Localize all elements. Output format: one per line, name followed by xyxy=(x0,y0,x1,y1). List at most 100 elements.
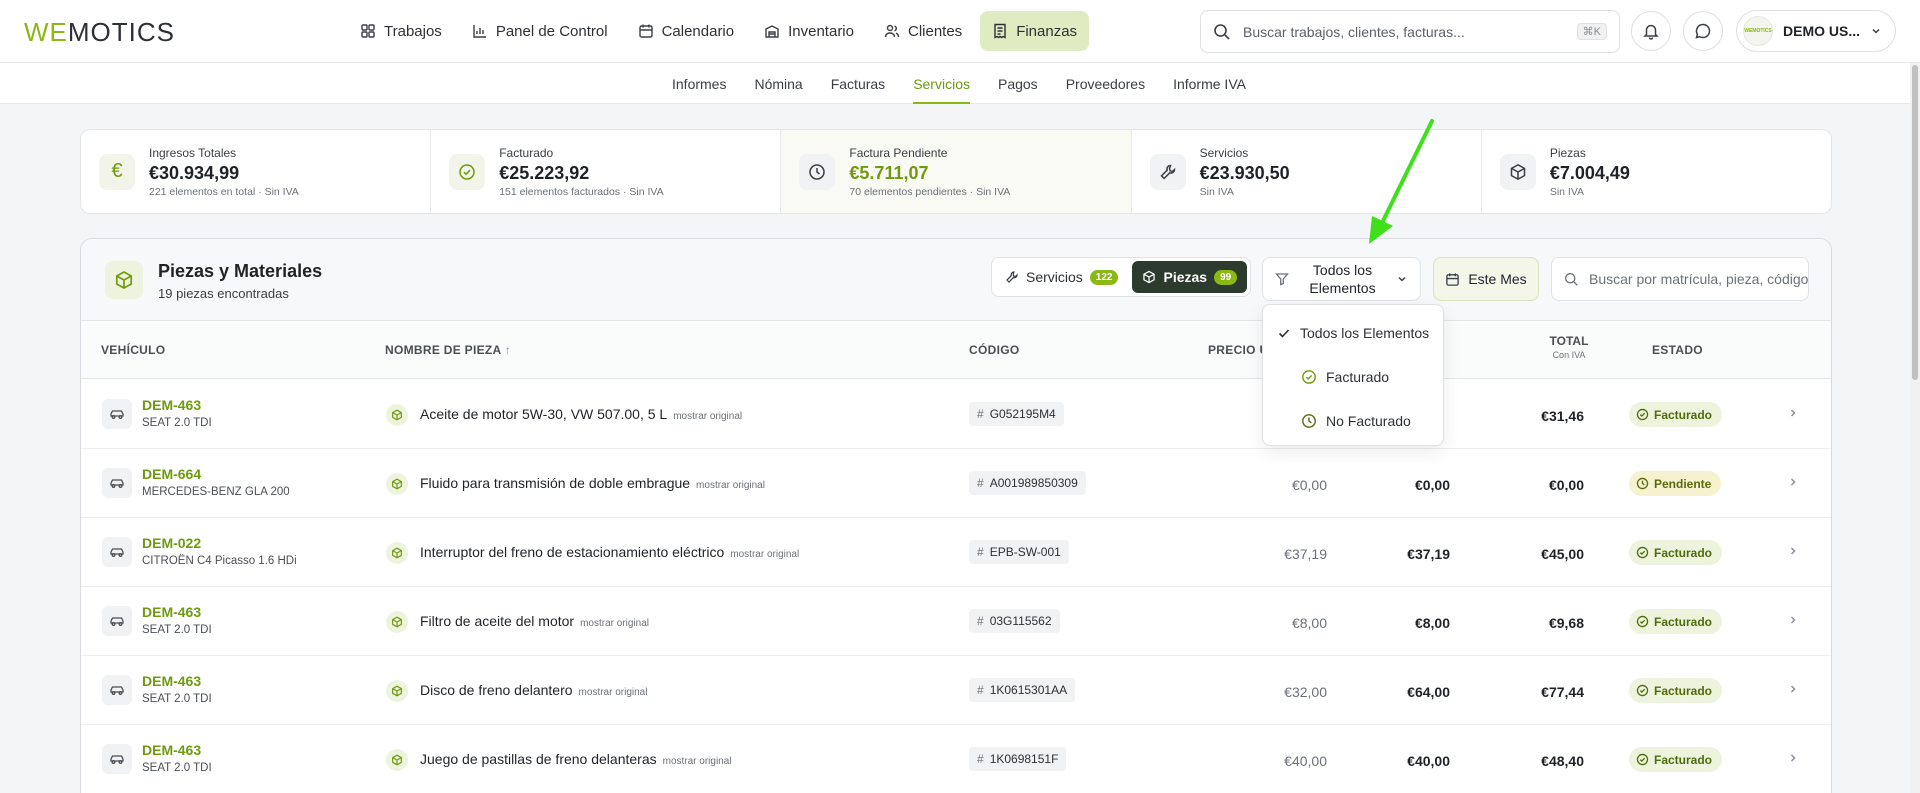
stat-facturado: Facturado €25.223,92 151 elementos factu… xyxy=(431,130,782,213)
logo[interactable]: WEMOTICS xyxy=(24,17,175,48)
tab-servicios[interactable]: Servicios 122 xyxy=(995,261,1128,293)
box-icon xyxy=(1499,153,1536,190)
plate-link[interactable]: DEM-022 xyxy=(142,535,201,551)
part-name: Filtro de aceite del motor xyxy=(420,613,575,629)
subtotal-value: €0,00 xyxy=(1414,477,1450,493)
top-bar: WEMOTICS Trabajos Panel de Control Calen… xyxy=(0,0,1920,63)
table-search-input[interactable]: Buscar por matrícula, pieza, código xyxy=(1551,257,1809,301)
show-original-link[interactable]: mostrar original xyxy=(730,549,799,560)
box-icon xyxy=(386,611,408,633)
chevron-right-icon[interactable] xyxy=(1787,407,1799,419)
chat-bubble-icon xyxy=(1694,22,1712,40)
status-badge: Facturado xyxy=(1629,402,1723,427)
car-icon xyxy=(102,675,132,705)
table-row[interactable]: DEM-022 CITROËN C4 Picasso 1.6 HDi Inter… xyxy=(81,518,1831,587)
filter-option-no-facturado[interactable]: No Facturado xyxy=(1263,401,1443,441)
col-estado[interactable]: ESTADO xyxy=(1652,343,1703,357)
check-circle-icon xyxy=(1301,369,1317,385)
table-row[interactable]: DEM-463 SEAT 2.0 TDI Juego de pastillas … xyxy=(81,725,1831,793)
part-name: Aceite de motor 5W-30, VW 507.00, 5 L xyxy=(420,406,668,422)
nav-trabajos[interactable]: Trabajos xyxy=(348,11,454,51)
nav-inventario[interactable]: Inventario xyxy=(752,11,866,51)
plate-link[interactable]: DEM-463 xyxy=(142,397,201,413)
total-value: €48,40 xyxy=(1541,753,1584,769)
show-original-link[interactable]: mostrar original xyxy=(663,756,732,767)
col-codigo[interactable]: CÓDIGO xyxy=(969,343,1019,357)
plate-link[interactable]: DEM-463 xyxy=(142,673,201,689)
table-row[interactable]: DEM-463 SEAT 2.0 TDI Filtro de aceite de… xyxy=(81,587,1831,656)
subtotal-value: €64,00 xyxy=(1407,684,1450,700)
check-circle-icon xyxy=(1636,615,1649,628)
nav-finanzas[interactable]: Finanzas xyxy=(980,11,1090,51)
tab-piezas[interactable]: Piezas 99 xyxy=(1132,261,1248,293)
parts-card: Piezas y Materiales 19 piezas encontrada… xyxy=(80,238,1832,793)
subnav-pagos[interactable]: Pagos xyxy=(984,63,1052,104)
check-icon xyxy=(1277,326,1291,340)
filter-option-todos[interactable]: Todos los Elementos xyxy=(1263,313,1443,353)
filter-option-facturado[interactable]: Facturado xyxy=(1263,357,1443,397)
table-row[interactable]: DEM-664 MERCEDES-BENZ GLA 200 Fluido par… xyxy=(81,449,1831,518)
subnav-servicios[interactable]: Servicios xyxy=(899,63,984,104)
part-code: # A001989850309 xyxy=(969,471,1086,495)
status-badge: Facturado xyxy=(1629,609,1723,634)
unit-price: €0,00 xyxy=(1291,477,1327,493)
show-original-link[interactable]: mostrar original xyxy=(696,480,765,491)
check-circle-icon xyxy=(1636,546,1649,559)
scrollbar[interactable] xyxy=(1910,63,1920,793)
col-precio[interactable]: PRECIO U xyxy=(1208,343,1268,357)
bar-chart-icon xyxy=(472,23,488,39)
col-total[interactable]: TOTAL Con IVA xyxy=(1534,334,1604,360)
car-icon xyxy=(102,399,132,429)
subnav-proveedores[interactable]: Proveedores xyxy=(1052,63,1159,104)
part-code: # EPB-SW-001 xyxy=(969,540,1069,564)
subnav-informes[interactable]: Informes xyxy=(658,63,740,104)
car-icon xyxy=(102,606,132,636)
check-circle-icon xyxy=(1636,753,1649,766)
plate-link[interactable]: DEM-664 xyxy=(142,466,201,482)
messages-button[interactable] xyxy=(1683,11,1723,51)
box-icon xyxy=(386,680,408,702)
chevron-right-icon[interactable] xyxy=(1787,476,1799,488)
nav-panel-de-control[interactable]: Panel de Control xyxy=(460,11,620,51)
page-title: Piezas y Materiales xyxy=(158,261,323,281)
date-range-button[interactable]: Este Mes xyxy=(1433,257,1539,301)
plate-link[interactable]: DEM-463 xyxy=(142,742,201,758)
calendar-icon xyxy=(638,23,654,39)
subtotal-value: €8,00 xyxy=(1414,615,1450,631)
stat-factura-pendiente: Factura Pendiente €5.711,07 70 elementos… xyxy=(781,130,1132,213)
box-icon xyxy=(386,473,408,495)
search-placeholder: Buscar trabajos, clientes, facturas... xyxy=(1243,23,1465,40)
status-badge: Pendiente xyxy=(1629,471,1722,496)
total-value: €31,46 xyxy=(1541,408,1584,424)
table-row[interactable]: DEM-463 SEAT 2.0 TDI Aceite de motor 5W-… xyxy=(81,380,1831,449)
col-nombre[interactable]: NOMBRE DE PIEZA ↑ xyxy=(385,343,511,357)
chevron-right-icon[interactable] xyxy=(1787,683,1799,695)
shortcut-badge: ⌘K xyxy=(1576,23,1607,40)
chevron-right-icon[interactable] xyxy=(1787,752,1799,764)
show-original-link[interactable]: mostrar original xyxy=(580,618,649,629)
subnav-facturas[interactable]: Facturas xyxy=(817,63,899,104)
subnav-informe-iva[interactable]: Informe IVA xyxy=(1159,63,1260,104)
subnav-nomina[interactable]: Nómina xyxy=(740,63,816,104)
part-code: #1K0615301AA xyxy=(969,678,1076,702)
table-header: VEHÍCULO NOMBRE DE PIEZA ↑ CÓDIGO PRECIO… xyxy=(81,321,1831,379)
global-search-input[interactable]: Buscar trabajos, clientes, facturas... ⌘… xyxy=(1200,10,1620,53)
plate-link[interactable]: DEM-463 xyxy=(142,604,201,620)
show-original-link[interactable]: mostrar original xyxy=(673,411,742,422)
col-vehiculo[interactable]: VEHÍCULO xyxy=(101,343,165,357)
warehouse-icon xyxy=(764,23,780,39)
check-circle-icon xyxy=(1636,684,1649,697)
status-filter-select[interactable]: Todos los Elementos xyxy=(1262,257,1421,301)
show-original-link[interactable]: mostrar original xyxy=(579,687,648,698)
part-name: Fluido para transmisión de doble embragu… xyxy=(420,475,691,491)
chevron-right-icon[interactable] xyxy=(1787,614,1799,626)
scrollbar-thumb[interactable] xyxy=(1912,65,1918,380)
box-icon xyxy=(1142,270,1156,284)
table-row[interactable]: DEM-463 SEAT 2.0 TDI Disco de freno dela… xyxy=(81,656,1831,725)
notifications-button[interactable] xyxy=(1631,11,1671,51)
chevron-right-icon[interactable] xyxy=(1787,545,1799,557)
user-menu-button[interactable]: WEMOTICS DEMO US... xyxy=(1736,10,1896,52)
nav-calendario[interactable]: Calendario xyxy=(626,11,747,51)
nav-clientes[interactable]: Clientes xyxy=(872,11,974,51)
clock-icon xyxy=(799,153,836,190)
